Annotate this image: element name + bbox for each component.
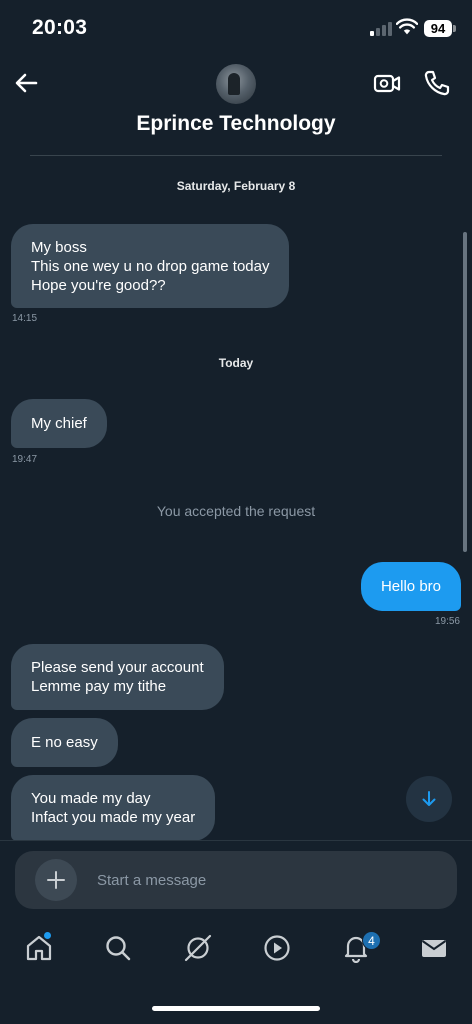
battery-icon: 94 — [424, 20, 452, 37]
contact-name[interactable]: Eprince Technology — [0, 112, 472, 136]
incoming-message[interactable]: My chief — [11, 399, 107, 448]
date-separator: Today — [218, 356, 254, 370]
status-bar: 20:03 94 — [0, 0, 472, 56]
message-line: Please send your account — [31, 659, 204, 676]
tab-messages[interactable] — [418, 932, 450, 964]
message-line: This one wey u no drop game today — [31, 257, 270, 275]
status-time: 20:03 — [32, 16, 88, 39]
add-media-button[interactable] — [35, 859, 77, 901]
notification-count-badge: 4 — [362, 931, 381, 950]
message-line: My boss — [31, 238, 87, 256]
video-call-icon[interactable] — [372, 68, 402, 98]
message-line: Infact you made my year — [31, 809, 196, 826]
outgoing-message[interactable]: Hello bro — [360, 562, 461, 611]
play-icon — [264, 935, 290, 961]
incoming-message[interactable]: You made my day Infact you made my year — [11, 775, 216, 841]
tab-bar: 4 — [0, 920, 472, 980]
tab-search[interactable] — [102, 932, 134, 964]
message-line: E no easy — [31, 734, 98, 751]
battery-tip — [453, 25, 456, 32]
home-indicator — [152, 1006, 320, 1011]
incoming-message[interactable]: Please send your account Lemme pay my ti… — [11, 644, 224, 710]
header-divider — [30, 155, 442, 156]
scrollbar[interactable] — [463, 232, 467, 552]
message-timestamp: 19:56 — [434, 616, 460, 627]
system-note: You accepted the request — [156, 503, 316, 519]
message-line: You made my day — [31, 790, 151, 807]
conversation-header: Eprince Technology — [0, 56, 472, 158]
grok-icon — [184, 934, 212, 962]
plus-icon — [47, 871, 65, 889]
composer-divider — [0, 840, 472, 841]
tab-grok[interactable] — [182, 932, 214, 964]
phone-icon[interactable] — [422, 68, 452, 98]
incoming-message[interactable]: My boss This one wey u no drop game toda… — [11, 224, 290, 308]
search-icon — [106, 936, 131, 961]
message-input[interactable] — [97, 851, 387, 909]
date-separator: Saturday, February 8 — [176, 179, 296, 193]
scroll-to-bottom-button[interactable] — [406, 776, 452, 822]
incoming-message[interactable]: E no easy — [11, 718, 118, 767]
voice-waveform-icon[interactable] — [409, 867, 437, 895]
message-line: Lemme pay my tithe — [31, 678, 167, 695]
message-line: My chief — [31, 415, 87, 432]
envelope-icon — [421, 940, 447, 957]
message-composer — [15, 851, 457, 909]
message-line: Hello bro — [380, 578, 441, 595]
home-unread-dot — [44, 932, 51, 939]
message-timestamp: 14:15 — [12, 313, 38, 324]
message-timestamp: 19:47 — [12, 454, 38, 465]
wifi-icon — [396, 18, 418, 35]
message-line: Hope you're good?? — [31, 276, 166, 294]
back-arrow-icon[interactable] — [12, 68, 42, 98]
tab-video[interactable] — [261, 932, 293, 964]
avatar[interactable] — [216, 64, 256, 104]
arrow-down-icon — [422, 791, 436, 806]
signal-icon — [370, 20, 392, 36]
